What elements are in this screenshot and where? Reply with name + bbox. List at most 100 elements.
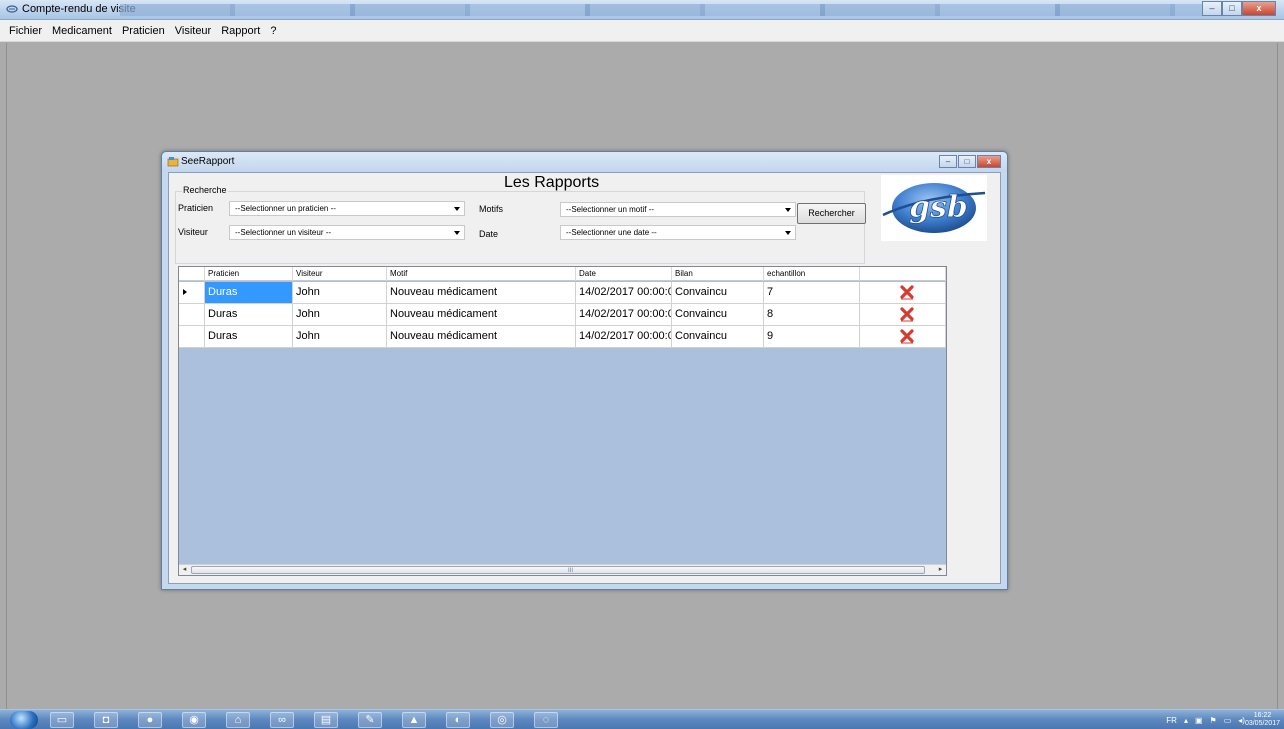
visual-studio-icon[interactable]: ∞ — [270, 712, 294, 728]
date-select[interactable]: --Selectionner une date -- — [560, 225, 796, 240]
menu-help[interactable]: ? — [265, 25, 281, 37]
cell-motif[interactable]: Nouveau médicament — [387, 326, 576, 347]
app-titlebar: Compte-rendu de visite – □ x — [0, 0, 1284, 20]
cell-motif[interactable]: Nouveau médicament — [387, 282, 576, 303]
cell-bilan[interactable]: Convaincu — [672, 282, 764, 303]
delete-cell[interactable] — [860, 326, 946, 347]
delete-icon[interactable] — [900, 285, 914, 300]
search-button[interactable]: Rechercher — [797, 203, 866, 224]
column-header-date[interactable]: Date — [576, 267, 672, 281]
explorer-icon[interactable]: ▭ — [50, 712, 74, 728]
row-header[interactable] — [179, 282, 205, 303]
cell-echantillon[interactable]: 7 — [764, 282, 860, 303]
praticien-select[interactable]: --Selectionner un praticien -- — [229, 201, 465, 216]
menu-fichier[interactable]: Fichier — [4, 25, 47, 37]
taskbar: ▭ ◘ ● ◉ ⌂ ∞ ▤ ✎ ▲ ◐ ◎ ◌ FR ▴ ▣ ⚑ ▭ ◂) 16… — [0, 709, 1284, 729]
outlook-icon[interactable]: ◘ — [94, 712, 118, 728]
cell-praticien[interactable]: Duras — [205, 304, 293, 325]
table-row[interactable]: Duras John Nouveau médicament 14/02/2017… — [179, 326, 946, 348]
cell-praticien[interactable]: Duras — [205, 282, 293, 303]
menu-visiteur[interactable]: Visiteur — [170, 25, 216, 37]
language-indicator[interactable]: FR — [1166, 716, 1177, 725]
paint-icon[interactable]: ◐ — [446, 712, 470, 728]
network-icon[interactable]: ⌂ — [226, 712, 250, 728]
table-row[interactable]: Duras John Nouveau médicament 14/02/2017… — [179, 282, 946, 304]
delete-cell[interactable] — [860, 304, 946, 325]
scrollbar-thumb[interactable]: III — [191, 566, 925, 574]
cell-echantillon[interactable]: 9 — [764, 326, 860, 347]
date-select-value: --Selectionner une date -- — [566, 228, 657, 237]
delete-icon[interactable] — [900, 307, 914, 322]
cell-echantillon[interactable]: 8 — [764, 304, 860, 325]
row-header-corner — [179, 267, 205, 281]
menu-medicament[interactable]: Medicament — [47, 25, 117, 37]
start-button[interactable] — [10, 711, 38, 729]
minimize-button[interactable]: – — [1202, 1, 1222, 16]
praticien-select-value: --Selectionner un praticien -- — [235, 204, 336, 213]
cell-visiteur[interactable]: John — [293, 304, 387, 325]
column-header-echantillon[interactable]: echantillon — [764, 267, 860, 281]
pdf-icon[interactable]: ▲ — [402, 712, 426, 728]
gsb-logo-image: gsb — [882, 183, 986, 233]
see-rapport-window: SeeRapport – □ x Les Rapports Recherche … — [161, 151, 1008, 590]
column-header-motif[interactable]: Motif — [387, 267, 576, 281]
column-header-visiteur[interactable]: Visiteur — [293, 267, 387, 281]
current-row-arrow-icon — [183, 289, 187, 295]
app-taskbar-icon[interactable]: ◌ — [534, 712, 558, 728]
child-titlebar[interactable]: SeeRapport – □ x — [162, 152, 1007, 172]
column-header-praticien[interactable]: Praticien — [205, 267, 293, 281]
clock[interactable]: 16:22 03/05/2017 — [1245, 712, 1280, 728]
tray-app-icon[interactable]: ▣ — [1195, 716, 1203, 725]
child-minimize-button[interactable]: – — [939, 155, 957, 168]
cell-bilan[interactable]: Convaincu — [672, 304, 764, 325]
child-close-button[interactable]: x — [977, 155, 1001, 168]
search-group-legend: Recherche — [182, 185, 228, 195]
scroll-left-icon[interactable]: ◂ — [179, 565, 190, 575]
clock-time: 16:22 — [1253, 712, 1272, 719]
tray-expand-icon[interactable]: ▴ — [1184, 716, 1188, 725]
chevron-down-icon — [454, 231, 460, 235]
clock-date: 03/05/2017 — [1244, 720, 1280, 727]
row-header[interactable] — [179, 326, 205, 347]
cell-visiteur[interactable]: John — [293, 282, 387, 303]
maximize-button[interactable]: □ — [1222, 1, 1242, 16]
chrome-icon[interactable]: ● — [138, 712, 162, 728]
grid-header: Praticien Visiteur Motif Date Bilan echa… — [179, 267, 946, 281]
motif-select[interactable]: --Selectionner un motif -- — [560, 202, 796, 217]
volume-icon[interactable]: ◂) — [1238, 716, 1245, 725]
delete-cell[interactable] — [860, 282, 946, 303]
database-icon[interactable]: ▤ — [314, 712, 338, 728]
search-groupbox: Recherche Praticien --Selectionner un pr… — [175, 185, 865, 264]
scroll-right-icon[interactable]: ▸ — [935, 565, 946, 575]
form-client-area: Les Rapports Recherche Praticien --Selec… — [168, 172, 1001, 584]
cell-date[interactable]: 14/02/2017 00:00:00 — [576, 282, 672, 303]
table-row[interactable]: Duras John Nouveau médicament 14/02/2017… — [179, 304, 946, 326]
menu-praticien[interactable]: Praticien — [117, 25, 170, 37]
app-title: Compte-rendu de visite — [22, 3, 136, 15]
close-button[interactable]: x — [1242, 1, 1276, 16]
row-header[interactable] — [179, 304, 205, 325]
delete-icon[interactable] — [900, 329, 914, 344]
network-status-icon[interactable]: ▭ — [1224, 716, 1232, 725]
form-icon — [167, 157, 179, 167]
cell-praticien[interactable]: Duras — [205, 326, 293, 347]
child-window-controls: – □ x — [938, 155, 1001, 168]
cell-visiteur[interactable]: John — [293, 326, 387, 347]
cell-bilan[interactable]: Convaincu — [672, 326, 764, 347]
search-tool-icon[interactable]: ◎ — [490, 712, 514, 728]
child-maximize-button[interactable]: □ — [958, 155, 976, 168]
reports-grid[interactable]: Praticien Visiteur Motif Date Bilan echa… — [178, 266, 947, 576]
cell-date[interactable]: 14/02/2017 00:00:00 — [576, 304, 672, 325]
flag-icon[interactable]: ⚑ — [1210, 716, 1217, 725]
editor-icon[interactable]: ✎ — [358, 712, 382, 728]
page-title: Les Rapports — [504, 174, 600, 191]
praticien-label: Praticien — [178, 203, 214, 213]
firefox-icon[interactable]: ◉ — [182, 712, 206, 728]
column-header-bilan[interactable]: Bilan — [672, 267, 764, 281]
menu-rapport[interactable]: Rapport — [216, 25, 265, 37]
visiteur-select[interactable]: --Selectionner un visiteur -- — [229, 225, 465, 240]
horizontal-scrollbar[interactable]: ◂ III ▸ — [179, 564, 946, 575]
cell-date[interactable]: 14/02/2017 00:00:00 — [576, 326, 672, 347]
cell-motif[interactable]: Nouveau médicament — [387, 304, 576, 325]
app-icon — [6, 5, 18, 13]
